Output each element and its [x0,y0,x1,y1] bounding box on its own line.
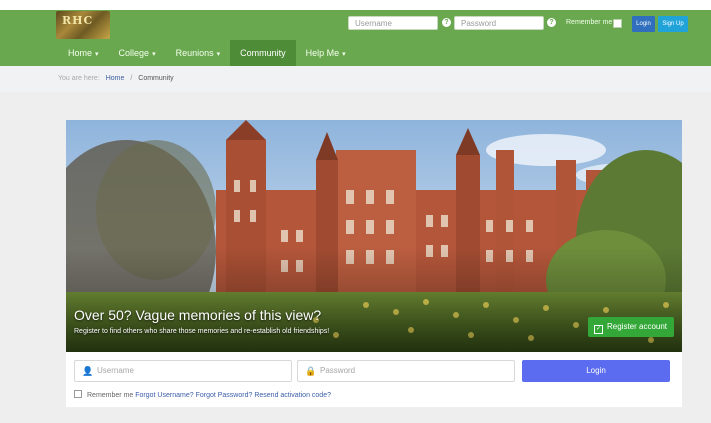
main-nav: Home ▾ College ▾ Reunions ▾ Community Help … [58,40,356,66]
nav-item-college[interactable]: College ▾ [109,40,166,66]
header-password-placeholder: Password [461,19,497,28]
breadcrumb-separator: / [130,75,133,82]
check-square-icon: ✓ [594,325,603,334]
header-login-button[interactable]: Login [632,16,655,32]
resend-activation-link[interactable]: Resend activation code? [254,392,331,399]
nav-item-home[interactable]: Home ▾ [58,40,109,66]
remember-row: Remember me Forgot Username? Forgot Pass… [74,390,331,399]
breadcrumb-prefix: You are here: [58,75,100,82]
nav-label-reunions: Reunions [175,48,214,58]
forgot-username-link[interactable]: Forgot Username? [135,392,193,399]
chevron-down-icon: ▾ [95,51,99,58]
chevron-down-icon: ▾ [152,51,156,58]
breadcrumb-home-link[interactable]: Home [106,75,125,82]
hero-subtitle: Register to find others who share those … [74,328,330,335]
top-stripe [0,0,711,10]
chevron-down-icon: ▾ [216,51,221,58]
forgot-password-link[interactable]: Forgot Password? [196,392,253,399]
register-account-label: Register account [607,322,668,331]
header-username-input[interactable]: Username [348,16,438,30]
nav-label-home: Home [68,48,93,58]
site-logo[interactable]: RHC [56,11,110,39]
nav-item-help-me[interactable]: Help Me ▾ [296,40,356,66]
nav-label-help-me: Help Me [305,48,340,58]
user-icon: 👤 [82,366,94,376]
hero-banner: Over 50? Vague memories of this view? Re… [66,120,682,352]
login-button[interactable]: Login [522,360,670,382]
username-placeholder: Username [97,366,134,375]
nav-label-community: Community [240,48,286,58]
help-icon[interactable]: ? [547,18,556,27]
password-input[interactable]: 🔒 Password [297,360,515,382]
top-navigation-bar: RHC Home ▾ College ▾ Reunions ▾ Community H… [0,0,711,66]
header-username-placeholder: Username [355,19,392,28]
breadcrumb-current: Community [138,75,174,82]
chevron-down-icon: ▾ [342,51,346,58]
logo-text: RHC [62,14,94,27]
nav-item-reunions[interactable]: Reunions ▾ [166,40,231,66]
remember-me-label: Remember me [87,392,134,399]
nav-item-community[interactable]: Community [230,40,296,66]
help-icon[interactable]: ? [442,18,451,27]
breadcrumb: You are here: Home / Community [0,66,711,92]
header-remember-checkbox[interactable] [613,19,622,28]
community-card: Over 50? Vague memories of this view? Re… [66,120,682,407]
register-account-button[interactable]: ✓ Register account [588,317,674,337]
lock-icon: 🔒 [305,366,317,376]
remember-me-checkbox[interactable] [74,390,82,398]
username-input[interactable]: 👤 Username [74,360,292,382]
password-placeholder: Password [320,366,356,375]
hero-title: Over 50? Vague memories of this view? [74,307,322,323]
nav-label-college: College [118,48,150,58]
header-signup-button[interactable]: Sign Up [658,16,688,32]
header-remember-label: Remember me [566,19,613,26]
header-password-input[interactable]: Password [454,16,544,30]
